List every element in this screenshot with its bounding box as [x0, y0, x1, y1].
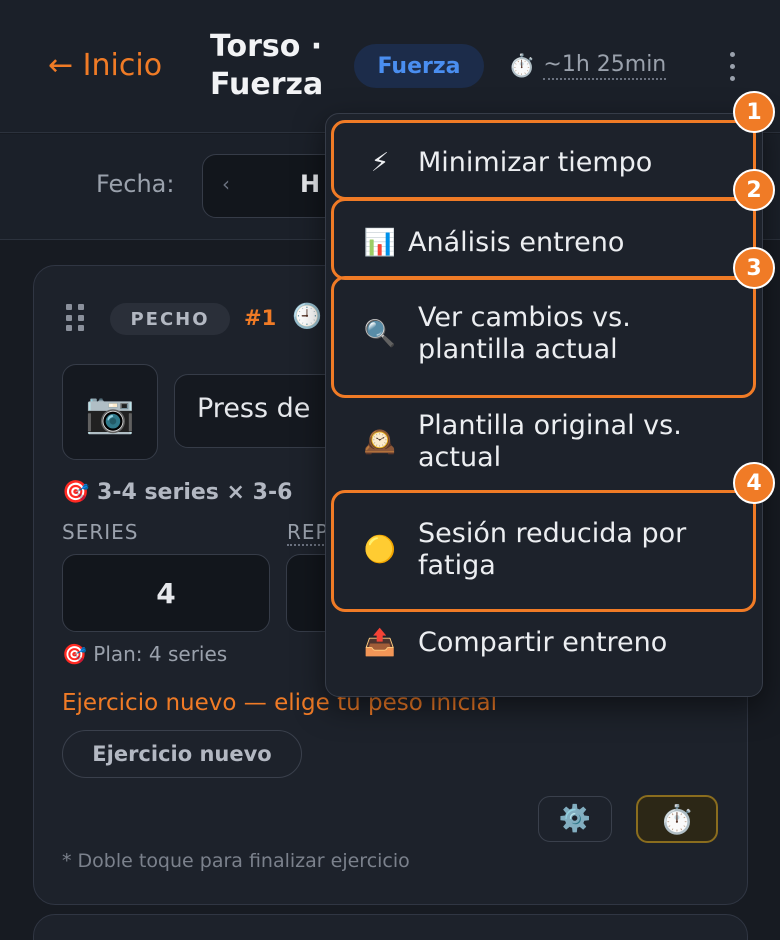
chevron-left-icon[interactable]: ‹	[222, 172, 230, 196]
drag-dot	[78, 325, 84, 332]
highlight-box-4	[331, 490, 756, 612]
gear-icon: ⚙️	[558, 804, 592, 834]
camera-icon: 📷	[85, 389, 135, 436]
highlight-box-1	[331, 120, 756, 200]
exercise-order: #1	[244, 306, 277, 330]
date-value: H	[300, 170, 321, 198]
clock-icon: 🕘	[292, 302, 322, 330]
drag-dot	[78, 304, 84, 310]
settings-button[interactable]: ⚙️	[538, 796, 612, 842]
rest-timer-button[interactable]: ⏱️	[636, 795, 718, 843]
drag-dot	[66, 304, 72, 310]
kebab-dot	[729, 75, 735, 81]
new-exercise-chip[interactable]: Ejercicio nuevo	[62, 730, 302, 778]
reps-label: REPS	[287, 520, 327, 546]
menu-item-label: Compartir entreno	[418, 627, 668, 658]
footnote: * Doble toque para finalizar ejercicio	[62, 850, 410, 872]
menu-item-original-vs-current[interactable]: 🕰️ Plantilla original vs. actual	[362, 410, 742, 474]
outbox-tray-icon: 📤	[363, 628, 397, 658]
kebab-dot	[729, 51, 735, 57]
workout-type-badge: Fuerza	[354, 44, 484, 88]
page-title: Torso · Fuerza	[210, 29, 324, 102]
mantel-clock-icon: 🕰️	[363, 427, 397, 457]
marker-4: 4	[733, 462, 775, 504]
camera-button[interactable]: 📷	[62, 364, 158, 460]
highlight-box-2	[331, 198, 756, 280]
menu-item-label: Plantilla original vs. actual	[418, 410, 682, 473]
kebab-menu-button[interactable]	[718, 44, 746, 88]
muscle-group-badge: PECHO	[110, 303, 230, 335]
series-input[interactable]: 4	[62, 554, 270, 632]
stopwatch-icon: ⏱️	[508, 53, 536, 79]
duration-estimate[interactable]: ⏱️ ~1h 25min	[508, 50, 667, 82]
series-label: SERIES	[62, 520, 139, 544]
menu-item-share[interactable]: 📤 Compartir entreno	[362, 626, 742, 660]
drag-dot	[66, 314, 72, 321]
highlight-box-3	[331, 276, 756, 398]
kebab-dot	[729, 63, 735, 69]
drag-handle-icon[interactable]	[66, 304, 86, 332]
plan-text: 🎯 Plan: 4 series	[62, 642, 228, 666]
marker-2: 2	[733, 169, 775, 211]
marker-3: 3	[733, 247, 775, 289]
stopwatch-icon: ⏱️	[659, 802, 695, 836]
drag-dot	[78, 314, 84, 321]
drag-dot	[66, 325, 72, 332]
next-exercise-card	[33, 914, 748, 940]
marker-1: 1	[733, 91, 775, 133]
date-label: Fecha:	[96, 170, 175, 198]
duration-text: ~1h 25min	[543, 52, 667, 80]
back-button[interactable]: ← Inicio	[48, 48, 162, 83]
target-summary: 🎯 3-4 series × 3-6	[62, 480, 293, 505]
